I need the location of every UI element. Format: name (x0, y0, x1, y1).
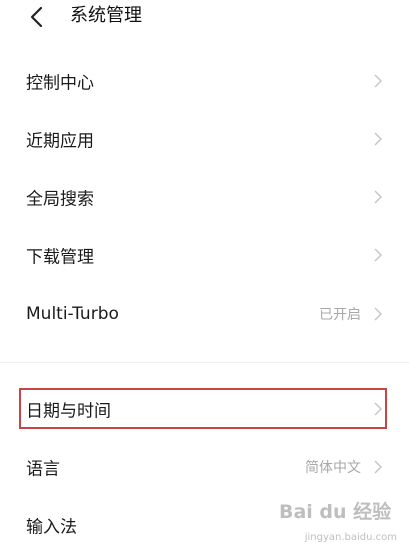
chevron-right-icon (373, 401, 383, 417)
chevron-right-icon (373, 189, 383, 205)
chevron-right-icon (373, 73, 383, 89)
list-item-global-search[interactable]: 全局搜索 (0, 168, 409, 226)
chevron-right-icon (373, 131, 383, 147)
watermark: Bai du 经验 jingyan.baidu.com (279, 497, 397, 543)
list-item-label: 输入法 (26, 517, 77, 538)
list-item-label: Multi-Turbo (26, 304, 119, 324)
list-item-label: 语言 (26, 459, 60, 480)
chevron-right-icon (373, 247, 383, 263)
list-item-date-time[interactable]: 日期与时间 (0, 380, 409, 438)
list-item-label: 全局搜索 (26, 189, 94, 210)
list-item-language[interactable]: 语言 简体中文 (0, 438, 409, 496)
list-item-download-manager[interactable]: 下载管理 (0, 226, 409, 284)
chevron-left-icon (30, 6, 43, 28)
back-button[interactable] (26, 4, 48, 30)
list-item-label: 近期应用 (26, 131, 94, 152)
list-item-multi-turbo[interactable]: Multi-Turbo 已开启 (0, 285, 409, 343)
watermark-logo: Bai du 经验 (279, 501, 392, 523)
page-title: 系统管理 (70, 5, 142, 26)
language-value: 简体中文 (305, 460, 361, 476)
list-item-label: 控制中心 (26, 73, 94, 94)
status-value: 已开启 (319, 307, 361, 323)
list-item-label: 日期与时间 (26, 401, 111, 422)
section-divider (0, 362, 409, 363)
settings-page: 系统管理 控制中心 近期应用 全局搜索 下载管理 Multi-Turbo 已开启 (0, 0, 409, 549)
watermark-url: jingyan.baidu.com (304, 532, 397, 543)
chevron-right-icon (373, 459, 383, 475)
list-item-label: 下载管理 (26, 247, 94, 268)
header: 系统管理 (0, 0, 409, 34)
list-item-control-center[interactable]: 控制中心 (0, 52, 409, 110)
list-item-recent-apps[interactable]: 近期应用 (0, 110, 409, 168)
chevron-right-icon (373, 306, 383, 322)
